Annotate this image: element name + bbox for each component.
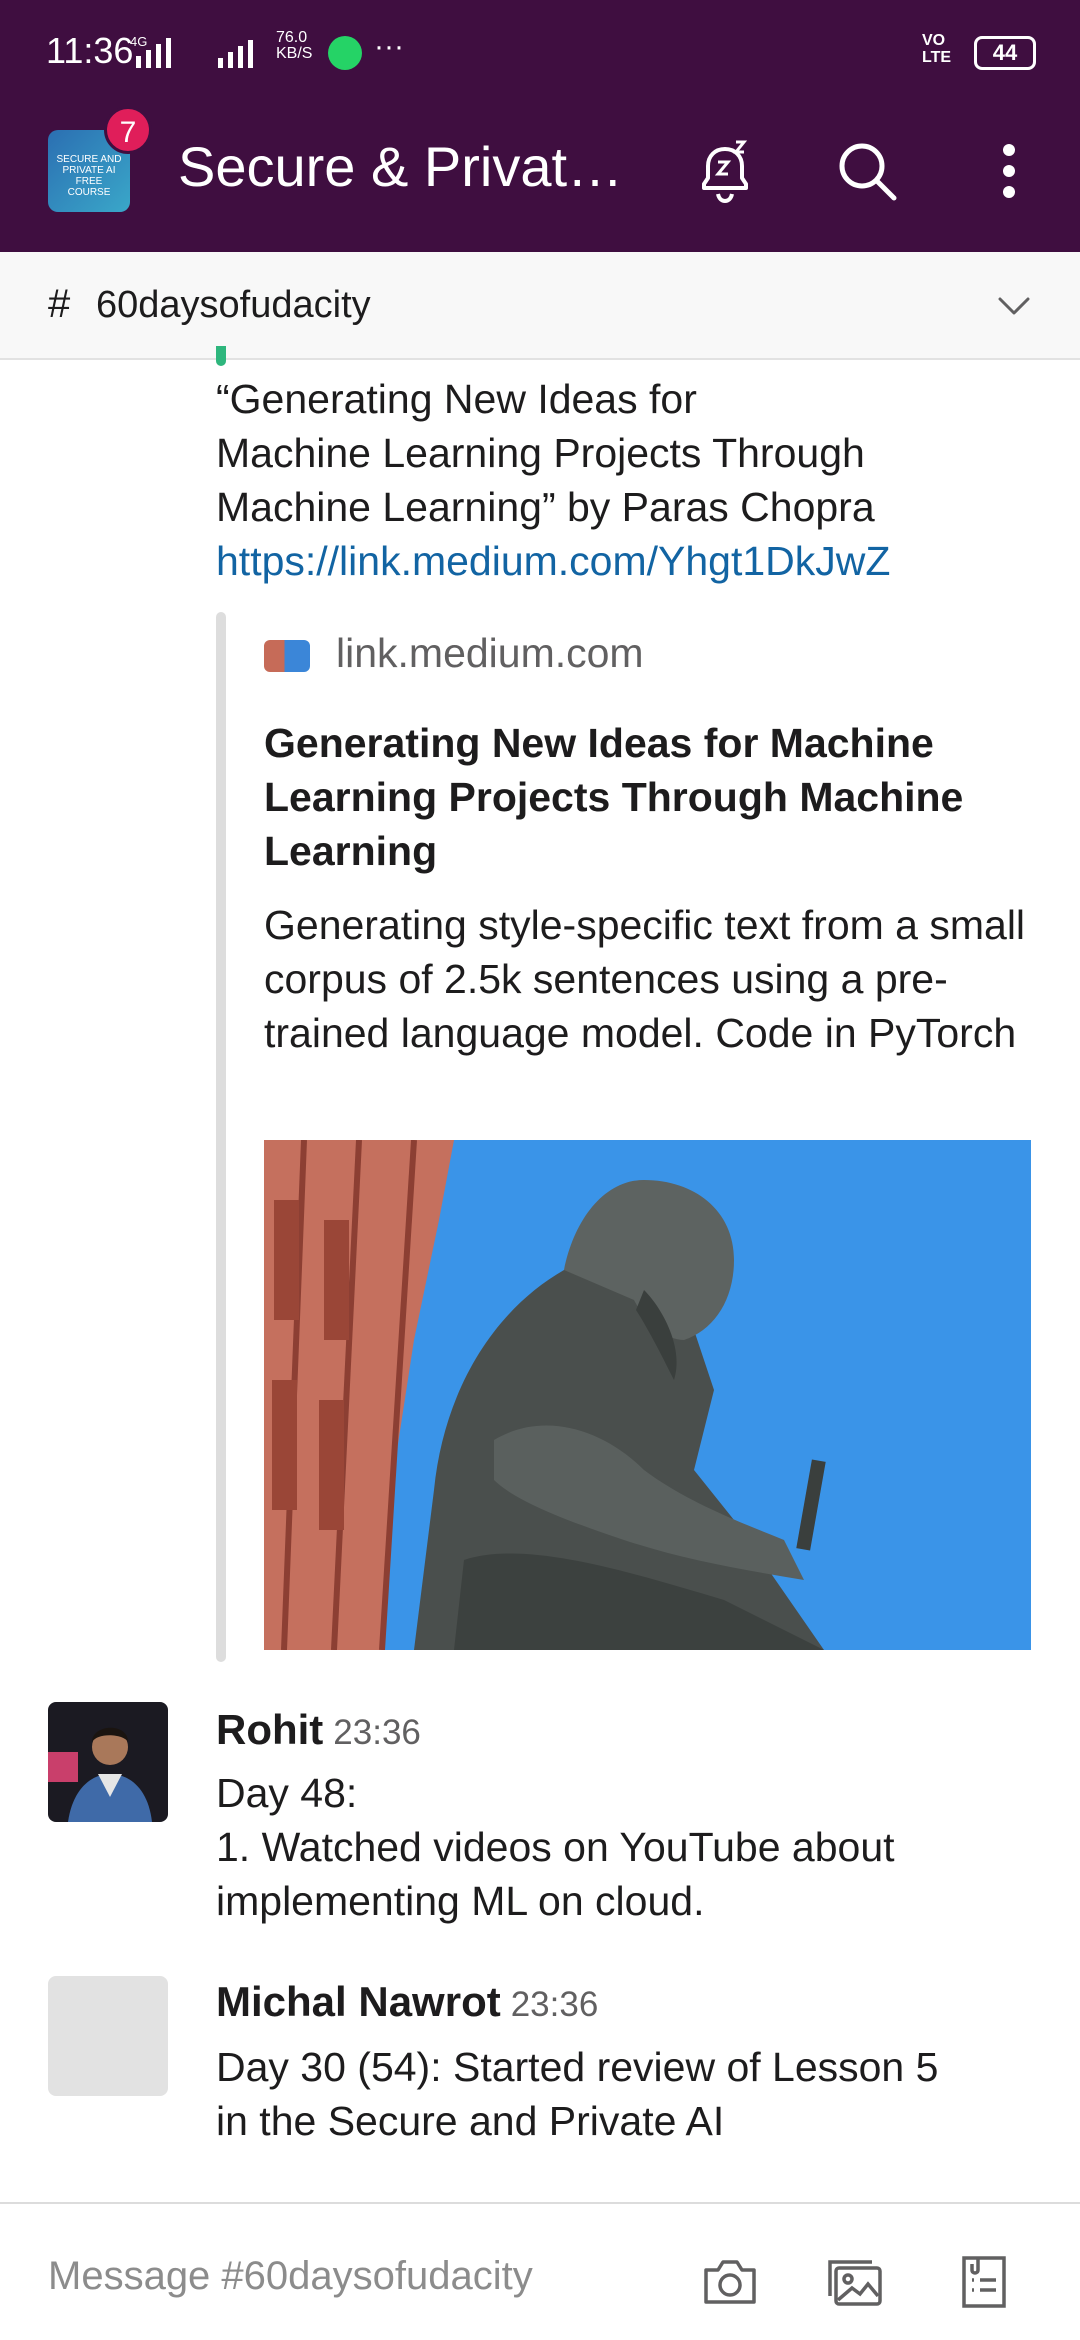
channel-name: 60daysofudacity: [96, 284, 371, 326]
message-header: Rohit 23:36: [216, 1706, 421, 1754]
message-text-line: Machine Learning Projects Through: [216, 430, 865, 476]
user-avatar-placeholder[interactable]: [48, 1976, 168, 2096]
chevron-down-icon[interactable]: [994, 286, 1034, 326]
message-text-line: “Generating New Ideas for: [216, 376, 697, 422]
overflow-menu-icon[interactable]: [972, 134, 1046, 208]
status-bar: 11:36 4G 76.0 KB/S ··· VO LTE 44: [0, 0, 1080, 84]
app-bar: SECURE AND PRIVATE AI FREE COURSE 7 Secu…: [0, 84, 1080, 252]
status-time: 11:36: [46, 30, 134, 71]
more-notifications-icon: ···: [374, 30, 404, 63]
message-timestamp: 23:36: [510, 1985, 599, 2024]
whatsapp-icon: [328, 36, 362, 70]
battery-icon: 44: [974, 36, 1036, 70]
workspace-title[interactable]: Secure & Privat…: [178, 134, 623, 199]
message-text-line: Day 48:: [216, 1770, 358, 1816]
volte-indicator: VO LTE: [922, 32, 952, 66]
snooze-notifications-icon[interactable]: [688, 134, 762, 208]
avatar-photo: [48, 1702, 168, 1822]
network-speed-unit: KB/S: [276, 45, 313, 62]
message-composer[interactable]: Message #60daysofudacity: [0, 2202, 1080, 2340]
message-link[interactable]: https://link.medium.com/Yhgt1DkJwZ: [216, 534, 890, 588]
unread-badge: 7: [104, 106, 152, 154]
workspace-icon-text: SECURE AND PRIVATE AI FREE COURSE: [56, 154, 122, 198]
network-speed: 76.0 KB/S: [276, 30, 312, 62]
sender-name[interactable]: Rohit: [216, 1706, 323, 1753]
unfurl-accent-bar: [216, 612, 226, 1662]
channel-hash-icon: #: [48, 282, 71, 326]
message-text-line: in the Secure and Private AI: [216, 2098, 725, 2144]
network-type: 4G: [130, 34, 147, 49]
shortcuts-icon[interactable]: [950, 2250, 1014, 2314]
message-text-line: Machine Learning” by Paras Chopra: [216, 484, 875, 530]
unfurl-image[interactable]: [264, 1140, 1031, 1650]
unfurl-domain[interactable]: link.medium.com: [336, 630, 644, 677]
statue-illustration: [264, 1140, 1031, 1650]
network-speed-value: 76.0: [276, 29, 308, 46]
sender-name[interactable]: Michal Nawrot: [216, 1978, 501, 2025]
unfurl-description: Generating style-specific text from a sm…: [264, 902, 1026, 1056]
message-input[interactable]: Message #60daysofudacity: [48, 2254, 533, 2299]
message-text-line: 1. Watched videos on YouTube about: [216, 1824, 895, 1870]
channel-header[interactable]: # 60daysofudacity: [0, 252, 1080, 360]
message-timestamp: 23:36: [333, 1713, 421, 1752]
message-text-line: Day 30 (54): Started review of Lesson 5: [216, 2044, 939, 2090]
message-text-line: implementing ML on cloud.: [216, 1878, 705, 1924]
emoji-fragment: [216, 346, 226, 366]
user-avatar[interactable]: [48, 1702, 168, 1822]
medium-favicon-icon: [264, 640, 310, 672]
search-icon[interactable]: [830, 134, 904, 208]
image-gallery-icon[interactable]: [824, 2250, 888, 2314]
camera-icon[interactable]: [698, 2250, 762, 2314]
unfurl-title[interactable]: Generating New Ideas for Machine Learnin…: [264, 716, 1044, 878]
message-header: Michal Nawrot 23:36: [216, 1978, 598, 2026]
